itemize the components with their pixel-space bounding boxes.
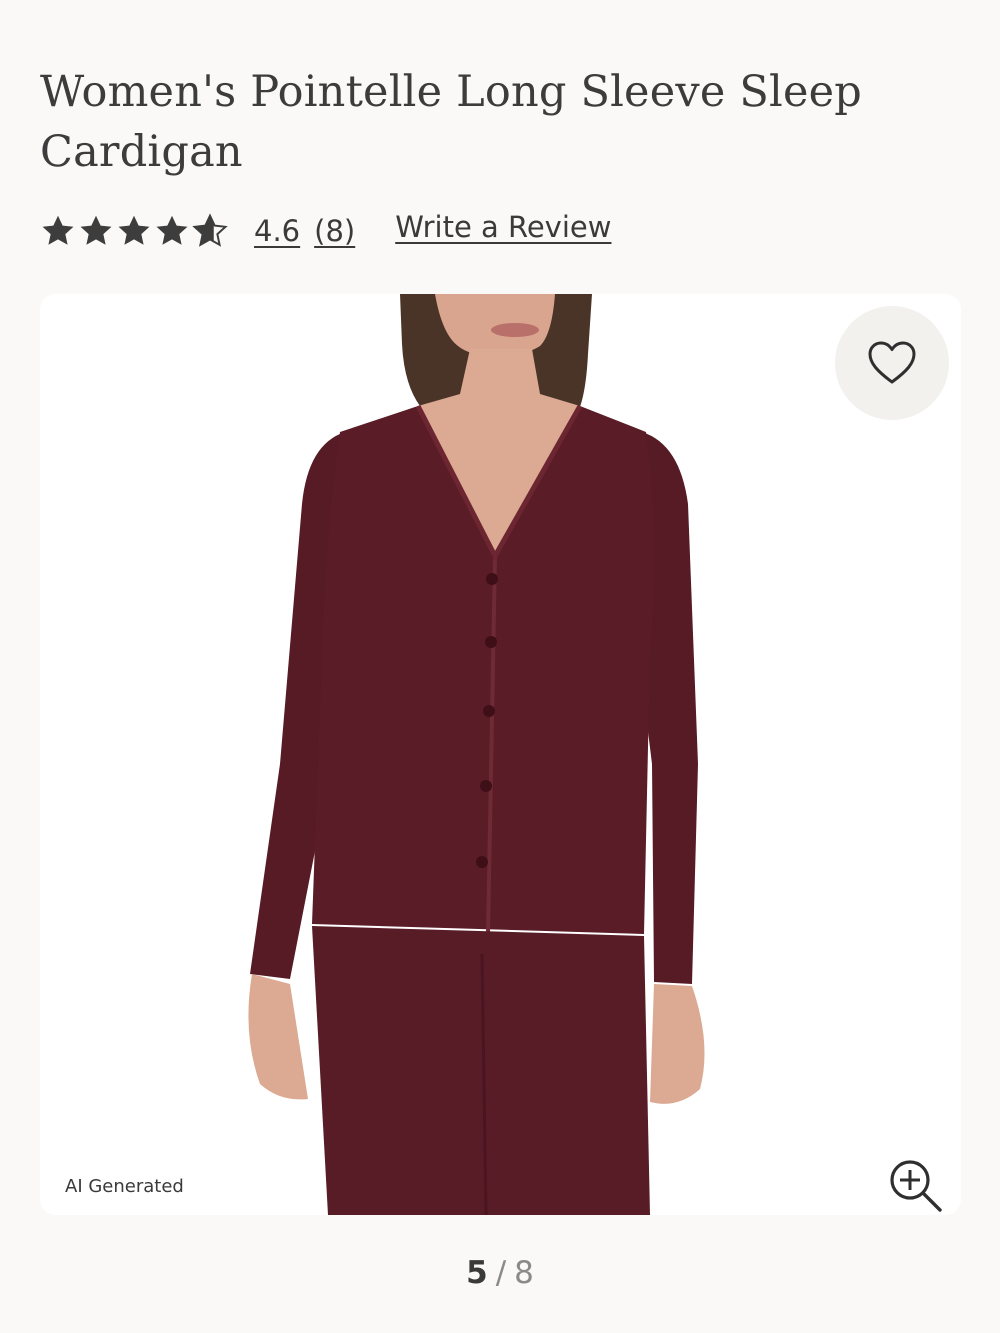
star-full-icon [156,215,188,245]
heart-icon [868,341,916,384]
rating-stars[interactable] [40,213,228,249]
star-partial-icon [192,213,228,247]
write-review-link[interactable]: Write a Review [395,210,611,244]
zoom-in-icon [890,1160,942,1212]
product-image-card[interactable]: AI Generated [40,294,961,1215]
star-full-icon [118,215,150,245]
star-full-icon [80,215,112,245]
zoom-button[interactable] [886,1156,946,1215]
rating-count-link[interactable]: (8) [314,214,355,248]
favorite-button[interactable] [835,306,949,420]
pager-current: 5 [466,1255,488,1291]
product-photo [40,294,961,1215]
star-full-icon [42,215,74,245]
ai-generated-label: AI Generated [65,1176,184,1197]
pager-separator: / [495,1255,507,1291]
product-title: Women's Pointelle Long Sleeve Sleep Card… [40,67,862,177]
rating-row: 4.6 (8) Write a Review [40,208,611,254]
rating-value-link[interactable]: 4.6 [254,214,300,248]
image-pager: 5/8 [0,1255,1000,1291]
pager-total: 8 [514,1255,534,1291]
